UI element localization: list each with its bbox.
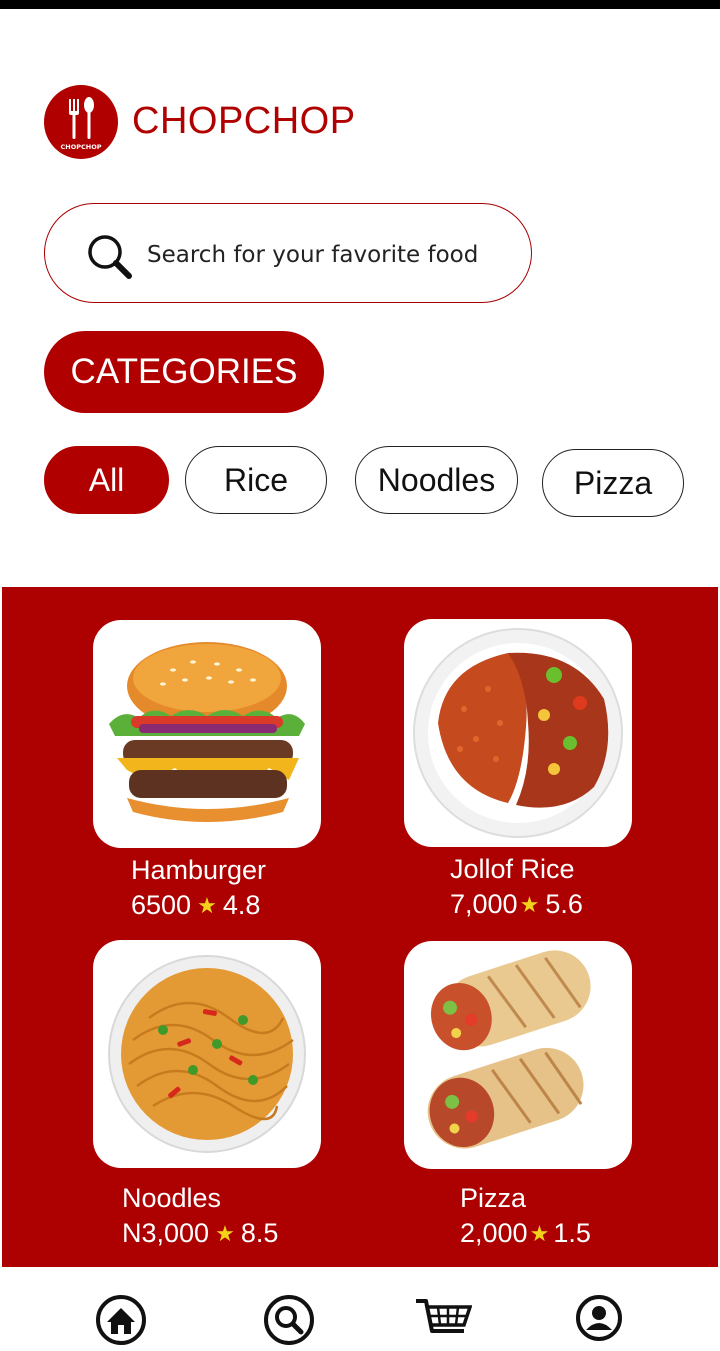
food-meta: N3,000 ★ 8.5	[122, 1218, 278, 1249]
food-name: Noodles	[122, 1183, 222, 1213]
food-price: 7,000	[450, 889, 518, 919]
star-icon: ★	[197, 892, 217, 918]
food-meta: 2,000 ★ 1.5	[460, 1218, 591, 1249]
search-bar[interactable]	[44, 203, 532, 303]
profile-icon	[576, 1295, 622, 1341]
food-meta: 6500 ★ 4.8	[131, 890, 260, 921]
food-rating: 8.5	[240, 1218, 279, 1248]
nav-profile[interactable]	[575, 1294, 623, 1347]
bottom-nav	[0, 1267, 720, 1345]
food-rating: 1.5	[553, 1218, 591, 1248]
food-name: Hamburger	[131, 855, 267, 885]
food-rating: 4.8	[222, 890, 261, 920]
filter-chip-rice[interactable]: Rice	[185, 446, 327, 514]
search-icon	[264, 1295, 314, 1345]
nav-cart[interactable]	[414, 1297, 473, 1350]
wrap-image	[404, 941, 632, 1169]
nav-search[interactable]	[263, 1294, 315, 1351]
food-grid: Hamburger 6500 ★ 4.8 Jollof Rice 7,000 ★…	[2, 587, 718, 1267]
star-icon: ★	[519, 891, 540, 917]
jollof-rice-image	[404, 619, 632, 847]
home-icon	[96, 1295, 146, 1345]
filter-chip-pizza[interactable]: Pizza	[542, 449, 684, 517]
app-logo: CHOPCHOP	[44, 85, 118, 159]
status-bar	[0, 0, 720, 9]
food-name: Jollof Rice	[450, 854, 575, 884]
food-name: Pizza	[460, 1183, 527, 1213]
filter-chip-noodles[interactable]: Noodles	[355, 446, 518, 514]
nav-home[interactable]	[95, 1294, 147, 1351]
hamburger-image	[93, 620, 321, 848]
search-icon	[88, 235, 132, 279]
star-icon: ★	[529, 1220, 550, 1246]
filter-chip-all[interactable]: All	[44, 446, 169, 514]
categories-button[interactable]: CATEGORIES	[44, 331, 324, 413]
food-price: 6500	[131, 890, 192, 920]
food-price: N3,000	[122, 1218, 210, 1248]
food-rating: 5.6	[545, 889, 583, 919]
food-price: 2,000	[460, 1218, 528, 1248]
noodles-image	[93, 940, 321, 1168]
logo-text: CHOPCHOP	[61, 143, 102, 151]
cart-icon	[416, 1299, 473, 1333]
star-icon: ★	[215, 1220, 235, 1246]
search-input[interactable]	[147, 234, 517, 276]
food-meta: 7,000 ★ 5.6	[450, 889, 583, 920]
brand-name: CHOPCHOP	[132, 100, 356, 142]
